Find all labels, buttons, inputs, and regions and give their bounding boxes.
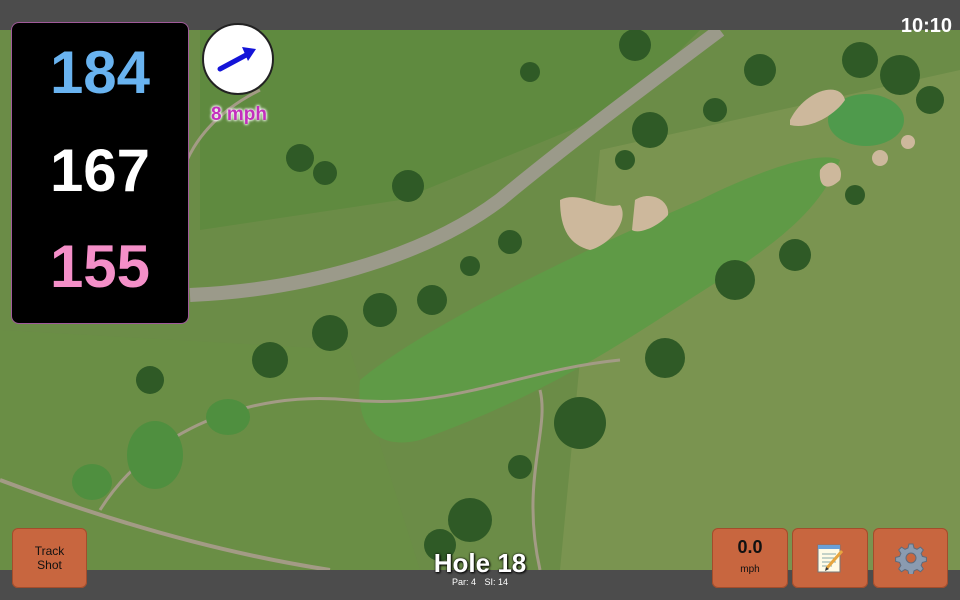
hole-par: Par: 4 [451, 577, 476, 587]
speed-unit: mph [740, 564, 760, 575]
hole-stroke-index: SI: 14 [484, 577, 509, 587]
track-shot-label-line1: Track [34, 544, 65, 558]
middle-distance: 167 [49, 137, 151, 204]
wind-arrow-icon [217, 47, 256, 72]
speed-button[interactable]: 0.0 mph [712, 528, 788, 588]
notepad-icon [817, 544, 844, 573]
wind-indicator [202, 23, 274, 95]
speed-value: 0.0 [737, 537, 763, 557]
distance-panel: 184 167 155 [11, 22, 189, 324]
settings-button[interactable] [873, 528, 948, 588]
back-distance: 184 [49, 39, 151, 106]
wind-speed-label: 8 mph [211, 104, 267, 125]
gear-icon [895, 543, 927, 574]
hole-title: Hole 18 [433, 548, 527, 578]
status-clock: 10:10 [900, 15, 952, 37]
hole-info: Par: 4 SI: 14 [380, 577, 580, 587]
track-shot-label-line2: Shot [37, 558, 62, 572]
track-shot-button[interactable]: Track Shot [12, 528, 87, 588]
notes-button[interactable] [792, 528, 868, 588]
front-distance: 155 [49, 233, 151, 300]
